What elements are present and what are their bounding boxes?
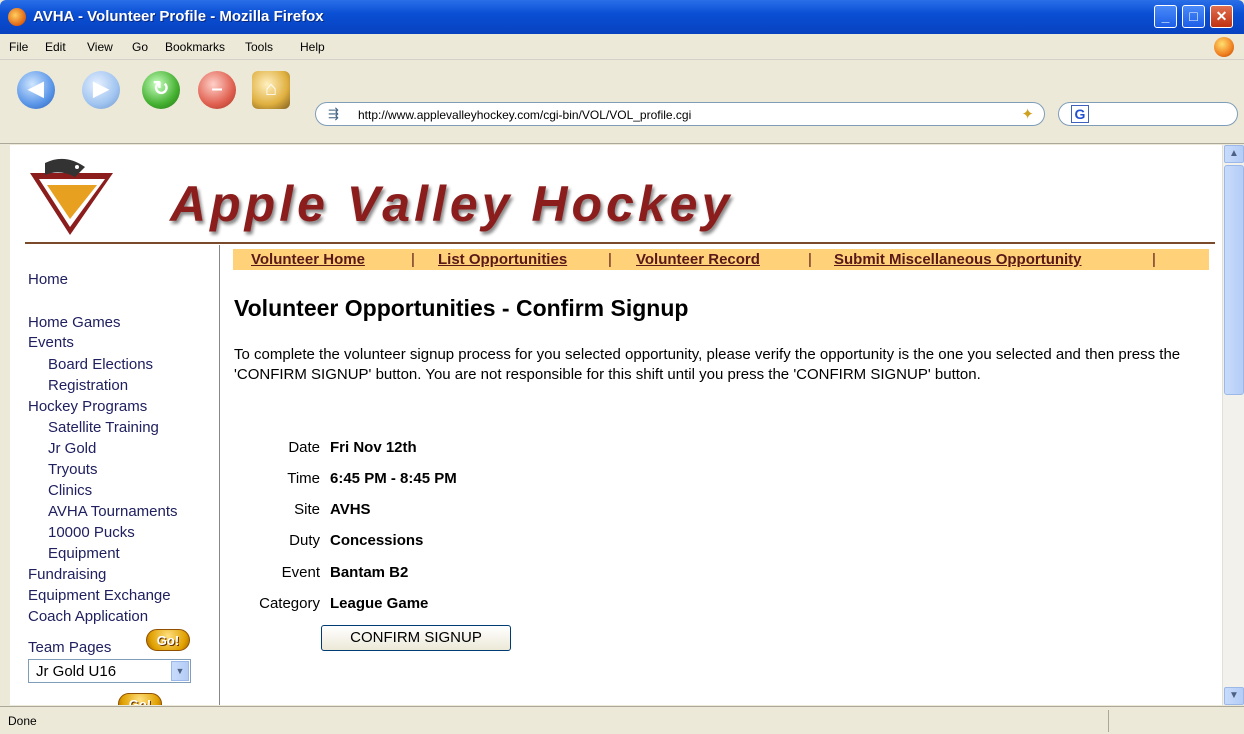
- vertical-scrollbar[interactable]: ▲ ▼: [1222, 145, 1244, 705]
- menu-tools[interactable]: Tools: [245, 40, 273, 54]
- menu-help[interactable]: Help: [300, 40, 325, 54]
- sidebar-item-home-games[interactable]: Home Games: [28, 314, 121, 331]
- url-bar[interactable]: ⇶ http://www.applevalleyhockey.com/cgi-b…: [315, 102, 1045, 126]
- menu-file[interactable]: File: [9, 40, 28, 54]
- home-button[interactable]: ⌂: [252, 71, 290, 109]
- detail-value-time: 6:45 PM - 8:45 PM: [330, 470, 457, 487]
- firefox-icon: [8, 8, 26, 26]
- team-select[interactable]: Jr Gold U16 ▼: [28, 659, 191, 683]
- sidebar-item-fundraising[interactable]: Fundraising: [28, 566, 106, 583]
- sidebar-item-events[interactable]: Events: [28, 334, 74, 351]
- menu-edit[interactable]: Edit: [45, 40, 66, 54]
- team-pages-label: Team Pages: [28, 639, 112, 656]
- maximize-button[interactable]: □: [1182, 5, 1205, 28]
- site-icon: ⇶: [328, 106, 339, 121]
- sidebar-item-clinics[interactable]: Clinics: [48, 482, 92, 499]
- navigation-toolbar: ◀ ▶ ↻ – ⌂ ⇶ http://www.applevalleyhockey…: [0, 60, 1244, 144]
- status-bar: Done: [0, 706, 1244, 734]
- stop-button[interactable]: –: [198, 71, 236, 109]
- window-title: AVHA - Volunteer Profile - Mozilla Firef…: [33, 8, 324, 25]
- avha-logo: [30, 158, 113, 235]
- detail-value-site: AVHS: [330, 501, 371, 518]
- sidebar-item-10000-pucks[interactable]: 10000 Pucks: [48, 524, 135, 541]
- bookmark-icon[interactable]: ✦: [1021, 105, 1034, 123]
- detail-value-event: Bantam B2: [330, 564, 409, 581]
- status-divider: [1108, 710, 1109, 732]
- menu-go[interactable]: Go: [132, 40, 148, 54]
- sidebar-item-jr-gold[interactable]: Jr Gold: [48, 440, 96, 457]
- detail-label-site: Site: [294, 501, 320, 518]
- detail-value-category: League Game: [330, 595, 429, 612]
- reload-button[interactable]: ↻: [142, 71, 180, 109]
- team-select-go-button[interactable]: Go!: [118, 693, 162, 705]
- menu-bookmarks[interactable]: Bookmarks: [165, 40, 225, 54]
- scroll-down-icon[interactable]: ▼: [1224, 687, 1244, 705]
- sidebar-item-equipment-exchange[interactable]: Equipment Exchange: [28, 587, 171, 604]
- title-bar: AVHA - Volunteer Profile - Mozilla Firef…: [0, 0, 1244, 34]
- details-table: Date Fri Nov 12th Time 6:45 PM - 8:45 PM…: [180, 145, 880, 705]
- sidebar-item-hockey-programs[interactable]: Hockey Programs: [28, 398, 147, 415]
- menu-view[interactable]: View: [87, 40, 113, 54]
- menu-bar: File Edit View Go Bookmarks Tools Help: [0, 34, 1244, 60]
- detail-label-date: Date: [288, 439, 320, 456]
- sidebar-item-avha-tournaments[interactable]: AVHA Tournaments: [48, 503, 178, 520]
- google-icon[interactable]: G: [1071, 105, 1089, 123]
- url-text: http://www.applevalleyhockey.com/cgi-bin…: [358, 108, 692, 122]
- page-content: Apple Valley Hockey Home Home Games Even…: [10, 145, 1222, 705]
- search-box[interactable]: G: [1058, 102, 1238, 126]
- sidebar-item-registration[interactable]: Registration: [48, 377, 128, 394]
- forward-button[interactable]: ▶: [82, 71, 120, 109]
- nav-separator: |: [1152, 251, 1156, 268]
- sidebar-item-board-elections[interactable]: Board Elections: [48, 356, 153, 373]
- minimize-button[interactable]: _: [1154, 5, 1177, 28]
- detail-value-duty: Concessions: [330, 532, 424, 549]
- sidebar-item-coach-application[interactable]: Coach Application: [28, 608, 148, 625]
- detail-value-date: Fri Nov 12th: [330, 439, 417, 456]
- detail-label-duty: Duty: [289, 532, 320, 549]
- back-button[interactable]: ◀: [17, 71, 55, 109]
- scroll-thumb[interactable]: [1224, 165, 1244, 395]
- team-select-value: Jr Gold U16: [36, 663, 117, 680]
- detail-label-category: Category: [259, 595, 320, 612]
- detail-label-time: Time: [287, 470, 320, 487]
- status-text: Done: [8, 714, 37, 728]
- sidebar-item-tryouts[interactable]: Tryouts: [48, 461, 97, 478]
- detail-label-event: Event: [281, 564, 320, 581]
- close-button[interactable]: ✕: [1210, 5, 1233, 28]
- throbber-icon: [1214, 37, 1234, 57]
- sidebar-item-home[interactable]: Home: [28, 271, 68, 288]
- scroll-up-icon[interactable]: ▲: [1224, 145, 1244, 163]
- sidebar-item-satellite-training[interactable]: Satellite Training: [48, 419, 159, 436]
- sidebar-item-equipment[interactable]: Equipment: [48, 545, 120, 562]
- confirm-signup-button[interactable]: CONFIRM SIGNUP: [321, 625, 511, 651]
